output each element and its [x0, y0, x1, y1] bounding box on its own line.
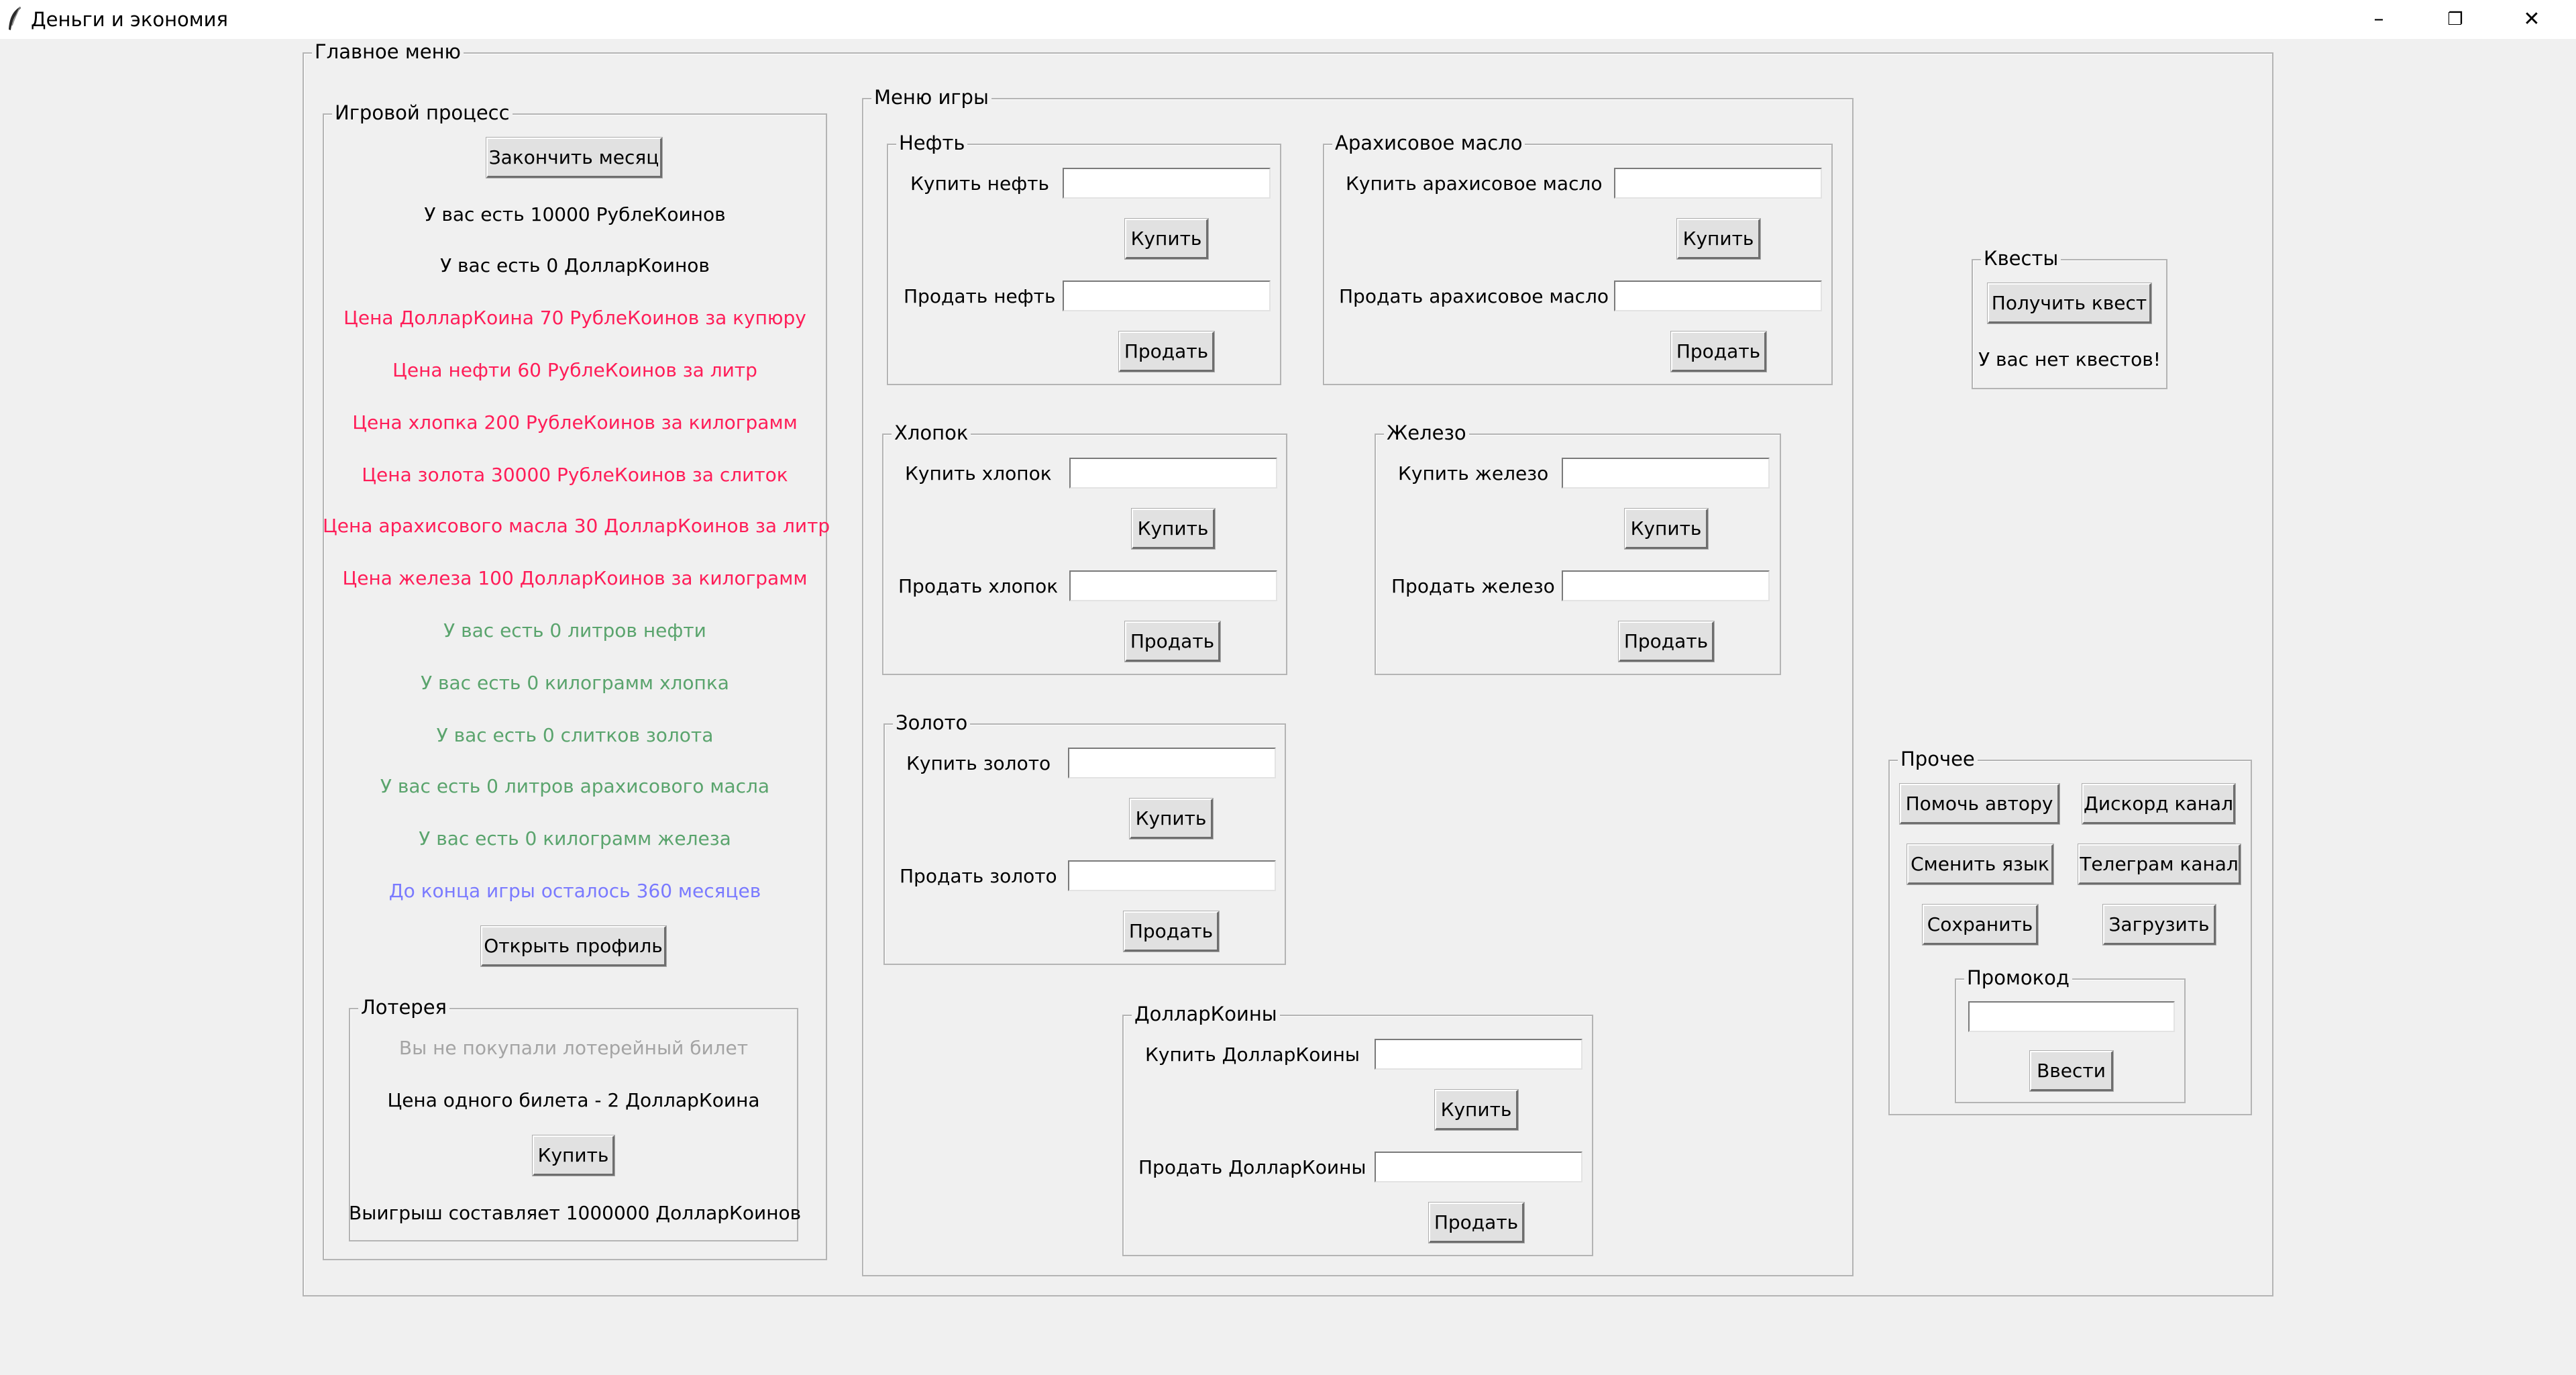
save-button[interactable]: Сохранить: [1922, 904, 2039, 946]
sell-dollarcoins-label: Продать ДолларКоины: [1138, 1156, 1366, 1178]
iron-holdings: У вас есть 0 килограмм железа: [419, 827, 731, 850]
buy-dollarcoins-label: Купить ДолларКоины: [1145, 1043, 1360, 1066]
buy-iron-label: Купить железо: [1398, 462, 1549, 485]
discord-channel-button[interactable]: Дискорд канал: [2082, 783, 2236, 825]
cotton-legend: Хлопок: [892, 421, 971, 445]
buy-gold-input[interactable]: [1068, 748, 1276, 778]
window-title: Деньги и экономия: [31, 8, 228, 31]
promo-legend: Промокод: [1964, 966, 2072, 990]
sell-peanut-oil-input[interactable]: [1614, 281, 1822, 311]
lottery-legend: Лотерея: [358, 995, 449, 1019]
sell-cotton-input[interactable]: [1069, 570, 1277, 601]
gold-holdings: У вас есть 0 слитков золота: [436, 724, 714, 746]
buy-gold-label: Купить золото: [906, 752, 1051, 774]
sell-dollarcoins-button[interactable]: Продать: [1428, 1202, 1525, 1243]
buy-dollarcoins-input[interactable]: [1375, 1039, 1582, 1070]
game-process-legend: Игровой процесс: [332, 101, 513, 125]
dollarcoins-legend: ДолларКоины: [1132, 1002, 1280, 1026]
sell-iron-label: Продать железо: [1391, 575, 1555, 597]
load-button[interactable]: Загрузить: [2102, 904, 2216, 946]
sell-dollarcoins-input[interactable]: [1375, 1152, 1582, 1182]
promo-code-input[interactable]: [1968, 1001, 2175, 1032]
maximize-button[interactable]: ❐: [2418, 0, 2493, 39]
gold-legend: Золото: [893, 711, 971, 735]
buy-oil-label: Купить нефть: [910, 172, 1049, 195]
buy-iron-button[interactable]: Купить: [1624, 508, 1709, 550]
end-month-button[interactable]: Закончить месяц: [486, 137, 663, 179]
other-legend: Прочее: [1898, 747, 1978, 771]
buy-cotton-label: Купить хлопок: [905, 462, 1052, 485]
iron-price: Цена железа 100 ДолларКоинов за килограм…: [342, 567, 808, 589]
buy-oil-input[interactable]: [1063, 168, 1271, 199]
buy-cotton-input[interactable]: [1069, 458, 1277, 489]
sell-iron-button[interactable]: Продать: [1618, 621, 1715, 662]
sell-peanut-oil-label: Продать арахисовое масло: [1339, 285, 1609, 307]
dollar-price: Цена ДолларКоина 70 РублеКоинов за купюр…: [343, 307, 806, 329]
buy-peanut-oil-label: Купить арахисовое масло: [1346, 172, 1603, 195]
oil-holdings: У вас есть 0 литров нефти: [443, 619, 706, 642]
rubles-balance: У вас есть 10000 РублеКоинов: [424, 203, 726, 225]
quests-legend: Квесты: [1981, 246, 2061, 270]
oil-price: Цена нефти 60 РублеКоинов за литр: [392, 359, 757, 381]
iron-legend: Железо: [1384, 421, 1469, 445]
sell-oil-input[interactable]: [1063, 281, 1271, 311]
sell-peanut-oil-button[interactable]: Продать: [1670, 331, 1767, 372]
game-menu-legend: Меню игры: [871, 85, 991, 109]
peanut-oil-holdings: У вас есть 0 литров арахисового масла: [380, 775, 770, 797]
gold-price: Цена золота 30000 РублеКоинов за слиток: [362, 464, 788, 486]
months-left: До конца игры осталось 360 месяцев: [388, 880, 761, 902]
peanut-oil-legend: Арахисовое масло: [1332, 131, 1525, 155]
buy-cotton-button[interactable]: Купить: [1131, 508, 1216, 550]
buy-peanut-oil-input[interactable]: [1614, 168, 1822, 199]
main-menu-legend: Главное меню: [312, 40, 464, 64]
sell-gold-button[interactable]: Продать: [1123, 911, 1220, 952]
buy-dollarcoins-button[interactable]: Купить: [1434, 1089, 1519, 1131]
buy-oil-button[interactable]: Купить: [1124, 218, 1209, 260]
sell-cotton-label: Продать хлопок: [898, 575, 1059, 597]
buy-peanut-oil-button[interactable]: Купить: [1676, 218, 1761, 260]
dollars-balance: У вас есть 0 ДолларКоинов: [440, 254, 710, 276]
feather-icon: [9, 6, 21, 30]
change-language-button[interactable]: Сменить язык: [1907, 844, 2054, 885]
open-profile-button[interactable]: Открыть профиль: [480, 925, 667, 967]
lottery-prize: Выигрыш составляет 1000000 ДолларКоинов: [349, 1202, 802, 1224]
sell-oil-button[interactable]: Продать: [1118, 331, 1215, 372]
sell-iron-input[interactable]: [1562, 570, 1770, 601]
sell-oil-label: Продать нефть: [904, 285, 1056, 307]
quests-status: У вас нет квестов!: [1978, 348, 2161, 370]
sell-gold-input[interactable]: [1068, 860, 1276, 891]
peanut-oil-price: Цена арахисового масла 30 ДолларКоинов з…: [323, 515, 830, 537]
sell-cotton-button[interactable]: Продать: [1124, 621, 1221, 662]
lottery-buy-button[interactable]: Купить: [532, 1135, 615, 1176]
lottery-ticket-price: Цена одного билета - 2 ДолларКоина: [387, 1089, 760, 1111]
cotton-price: Цена хлопка 200 РублеКоинов за килограмм: [352, 411, 798, 434]
sell-gold-label: Продать золото: [900, 865, 1057, 887]
buy-iron-input[interactable]: [1562, 458, 1770, 489]
buy-gold-button[interactable]: Купить: [1129, 798, 1214, 839]
get-quest-button[interactable]: Получить квест: [1987, 283, 2152, 324]
title-bar: Деньги и экономия – ❐ ✕: [0, 0, 2576, 39]
oil-legend: Нефть: [896, 131, 968, 155]
telegram-channel-button[interactable]: Телеграм канал: [2078, 844, 2241, 885]
lottery-status: Вы не покупали лотерейный билет: [398, 1037, 749, 1059]
close-button[interactable]: ✕: [2494, 0, 2569, 39]
cotton-holdings: У вас есть 0 килограмм хлопка: [421, 672, 729, 694]
help-author-button[interactable]: Помочь автору: [1899, 783, 2060, 825]
enter-promo-button[interactable]: Ввести: [2029, 1050, 2114, 1092]
minimize-button[interactable]: –: [2341, 0, 2416, 39]
